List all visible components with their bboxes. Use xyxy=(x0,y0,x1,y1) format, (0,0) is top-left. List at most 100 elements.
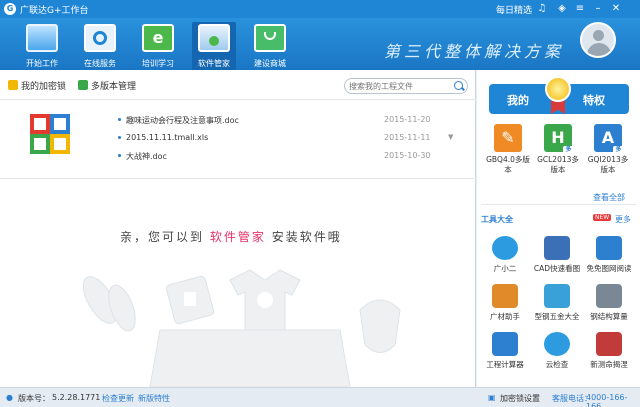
tool-item[interactable]: 新测命揭涅 xyxy=(585,332,633,370)
side-panel: 我的 特权 ✎ GBQ4.0多版本 H 多 GCL2013多版本 A 多 GQI… xyxy=(477,70,640,387)
cad-viewer-icon xyxy=(544,236,570,260)
info-icon: ● xyxy=(6,393,13,402)
steel-structure-icon xyxy=(596,284,622,308)
tool-item[interactable]: 钢结构算量 xyxy=(585,284,633,322)
file-row[interactable]: 趣味运动会行程及注意事项.doc 2015-11-20 xyxy=(118,114,468,128)
key-icon: ▣ xyxy=(488,393,496,402)
nav-software-manager[interactable]: 软件管家 xyxy=(192,22,236,70)
multi-badge: 多 xyxy=(613,146,624,154)
avatar-body xyxy=(587,43,611,56)
hotline-number: 4000-166-166 xyxy=(586,393,628,407)
window-title: 广联达G+工作台 xyxy=(20,6,89,16)
file-name[interactable]: 趣味运动会行程及注意事项.doc xyxy=(126,115,239,126)
top-navigation: 开始工作 在线服务 e 培训学习 软件管家 建设商城 第三代整体解决方案 xyxy=(0,18,640,70)
file-name[interactable]: 大战神.doc xyxy=(126,151,167,162)
promo-text: 亲，您可以到 软件管家 安装软件哦 xyxy=(120,228,342,245)
version-number: 5.2.28.1771 xyxy=(52,393,101,402)
multi-version-icon xyxy=(78,80,88,90)
tool-item[interactable]: CAD快速看图 xyxy=(533,236,581,274)
toolbar: 我的加密锁 多版本管理 xyxy=(0,70,476,100)
gqi-icon: A 多 xyxy=(594,124,624,154)
tab-my-lock[interactable]: 我的加密锁 xyxy=(8,79,66,92)
app-label: GCL2013多版本 xyxy=(537,155,579,174)
tool-label: 免免图网阅读 xyxy=(586,264,632,273)
avatar[interactable] xyxy=(580,22,616,58)
nav-start-work[interactable]: 开始工作 xyxy=(20,22,64,70)
search-input[interactable] xyxy=(349,80,449,92)
file-row[interactable]: 2015.11.11.tmall.xls 2015-11-11 ▼ xyxy=(118,132,468,146)
ribbon-right: 特权 xyxy=(583,94,605,107)
main-panel: 我的加密锁 多版本管理 趣味运动会行程及注意事项.doc 2015-11-20 … xyxy=(0,70,476,387)
training-icon: e xyxy=(142,24,174,52)
nav-label: 软件管家 xyxy=(198,59,230,68)
app-logo-icon: G xyxy=(4,3,16,15)
bullet xyxy=(118,154,121,157)
bullet xyxy=(118,118,121,121)
status-bar: ● 版本号： 5.2.28.1771 检查更新 新版特性 ▣ 加密锁设置 客服电… xyxy=(0,387,640,407)
tool-label: 型钢五金大全 xyxy=(534,312,580,321)
nav-label: 在线服务 xyxy=(84,59,116,68)
new-features-link[interactable]: 新版特性 xyxy=(138,393,170,404)
app-gcl[interactable]: H 多 GCL2013多版本 xyxy=(535,124,581,175)
bullet xyxy=(118,136,121,139)
promo-highlight-link[interactable]: 软件管家 xyxy=(210,230,266,244)
menu-icon[interactable]: ≡ xyxy=(574,3,586,15)
tool-item[interactable]: 云检查 xyxy=(533,332,581,370)
online-service-icon xyxy=(84,24,116,52)
lock-settings-link[interactable]: 加密锁设置 xyxy=(500,393,540,404)
nav-training[interactable]: e 培训学习 xyxy=(136,22,180,70)
file-more-icon[interactable]: ▼ xyxy=(448,133,453,141)
minimize-icon[interactable]: – xyxy=(592,3,604,15)
tools-more-link[interactable]: 更多 xyxy=(615,214,631,225)
nav-mall[interactable]: 建设商城 xyxy=(248,22,292,70)
ribbon-left: 我的 xyxy=(507,94,529,107)
check-update-link[interactable]: 检查更新 xyxy=(102,393,134,404)
tab-multi-version[interactable]: 多版本管理 xyxy=(78,79,136,92)
app-gqi[interactable]: A 多 GQI2013多版本 xyxy=(585,124,631,175)
tab-label: 我的加密锁 xyxy=(21,82,67,92)
search-icon[interactable] xyxy=(454,81,463,90)
nav-label: 开始工作 xyxy=(26,59,58,68)
empty-state-illustration xyxy=(82,269,401,387)
tool-item[interactable]: 广小二 xyxy=(481,236,529,274)
nav-label: 培训学习 xyxy=(142,59,174,68)
gcl-icon: H 多 xyxy=(544,124,574,154)
gbq-icon: ✎ xyxy=(494,124,522,152)
divider xyxy=(0,178,476,179)
monitor-icon xyxy=(26,24,58,52)
tool-item[interactable]: 广材助手 xyxy=(481,284,529,322)
slogan: 第三代整体解决方案 xyxy=(384,42,565,61)
tool-label: 新测命揭涅 xyxy=(590,360,628,369)
file-date: 2015-10-30 xyxy=(384,151,431,160)
tool-label: CAD快速看图 xyxy=(533,264,581,273)
file-row[interactable]: 大战神.doc 2015-10-30 xyxy=(118,150,468,164)
office-logo-icon xyxy=(30,114,70,154)
calculator-icon xyxy=(492,332,518,356)
app-label: GBQ4.0多版本 xyxy=(486,155,530,174)
multi-badge: 多 xyxy=(563,146,574,154)
cloud-check-icon xyxy=(544,332,570,356)
tool-item[interactable]: 型钢五金大全 xyxy=(533,284,581,322)
file-date: 2015-11-11 xyxy=(384,133,431,142)
tool-item[interactable]: 工程计算器 xyxy=(481,332,529,370)
promo-suffix: 安装软件哦 xyxy=(271,230,342,244)
daily-picks-link[interactable]: 每日精选 xyxy=(496,3,532,16)
bell-icon[interactable]: ♫ xyxy=(536,3,548,15)
tool-item[interactable]: 免免图网阅读 xyxy=(585,236,633,274)
tool-label: 云检查 xyxy=(545,360,569,369)
search-box[interactable] xyxy=(344,78,468,94)
tab-label: 多版本管理 xyxy=(91,82,137,92)
avatar-head xyxy=(593,30,604,41)
medal-ribbon-icon xyxy=(551,100,565,114)
nav-online-service[interactable]: 在线服务 xyxy=(78,22,122,70)
file-name[interactable]: 2015.11.11.tmall.xls xyxy=(126,133,208,142)
new-badge: NEW xyxy=(593,214,612,221)
view-all-link[interactable]: 查看全部 xyxy=(593,192,625,203)
close-icon[interactable]: ✕ xyxy=(610,3,622,15)
skin-icon[interactable]: ◈ xyxy=(556,3,568,15)
steel-hardware-icon xyxy=(544,284,570,308)
privilege-ribbon: 我的 特权 xyxy=(489,76,629,114)
measurement-icon xyxy=(596,332,622,356)
app-gbq[interactable]: ✎ GBQ4.0多版本 xyxy=(485,124,531,175)
mascot-icon xyxy=(492,236,518,260)
